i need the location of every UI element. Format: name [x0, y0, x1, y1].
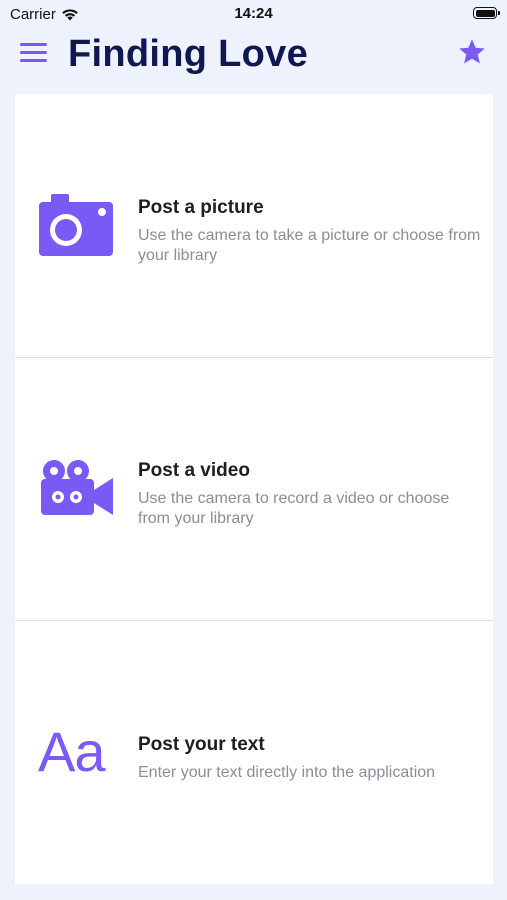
option-title: Post a video [138, 460, 250, 481]
option-description: Use the camera to record a video or choo… [138, 490, 450, 527]
battery-level [475, 9, 495, 17]
favorite-star-icon[interactable] [457, 37, 487, 67]
page-title: Finding Love [68, 33, 309, 75]
menu-icon-line [20, 51, 47, 54]
battery-icon [473, 7, 500, 19]
hamburger-menu-icon [20, 43, 47, 46]
option-description: Enter your text directly into the applic… [138, 764, 436, 781]
camera-icon [39, 194, 113, 256]
menu-icon-line [20, 59, 47, 62]
status-bar: Carrier 14:24 [0, 0, 507, 28]
video-camera-icon [41, 460, 113, 515]
post-text-option[interactable]: Aa Post your text Enter your text direct… [15, 621, 493, 884]
menu-button[interactable] [20, 41, 48, 65]
status-time: 14:24 [234, 5, 273, 22]
post-options-card: Post a picture Use the camera to take a … [15, 94, 493, 884]
option-title: Post a picture [138, 197, 264, 218]
post-video-option[interactable]: Post a video Use the camera to record a … [15, 357, 493, 621]
navigation-bar: Finding Love [0, 28, 507, 90]
post-picture-option[interactable]: Post a picture Use the camera to take a … [15, 94, 493, 358]
text-icon: Aa [38, 720, 105, 783]
option-title: Post your text [138, 734, 265, 755]
option-description: Use the camera to take a picture or choo… [138, 227, 481, 264]
